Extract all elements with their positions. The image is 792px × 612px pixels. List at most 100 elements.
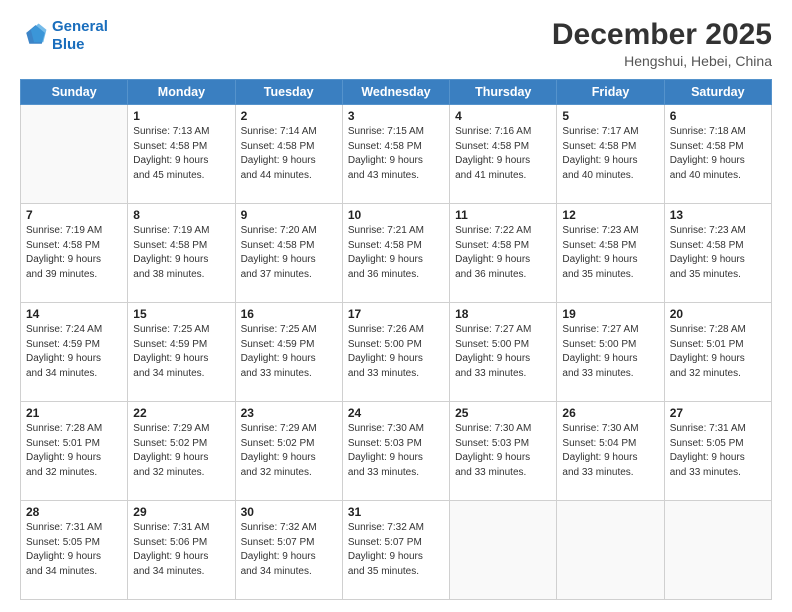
day-info: Sunrise: 7:28 AMSunset: 5:01 PMDaylight:… bbox=[26, 422, 122, 480]
day-of-week-row: SundayMondayTuesdayWednesdayThursdayFrid… bbox=[21, 80, 772, 105]
dow-header-saturday: Saturday bbox=[664, 80, 771, 105]
day-number: 26 bbox=[562, 406, 658, 420]
calendar-cell: 5 Sunrise: 7:17 AMSunset: 4:58 PMDaylight… bbox=[557, 105, 664, 204]
day-number: 28 bbox=[26, 505, 122, 519]
day-number: 30 bbox=[241, 505, 337, 519]
calendar-cell: 25 Sunrise: 7:30 AMSunset: 5:03 PMDayligh… bbox=[450, 402, 557, 501]
day-number: 29 bbox=[133, 505, 229, 519]
day-number: 6 bbox=[670, 109, 766, 123]
calendar-cell bbox=[21, 105, 128, 204]
day-number: 10 bbox=[348, 208, 444, 222]
day-info: Sunrise: 7:30 AMSunset: 5:04 PMDaylight:… bbox=[562, 422, 658, 480]
day-info: Sunrise: 7:29 AMSunset: 5:02 PMDaylight:… bbox=[241, 422, 337, 480]
logo-icon bbox=[20, 22, 48, 50]
calendar-cell: 29 Sunrise: 7:31 AMSunset: 5:06 PMDayligh… bbox=[128, 501, 235, 600]
day-info: Sunrise: 7:25 AMSunset: 4:59 PMDaylight:… bbox=[241, 323, 337, 381]
day-number: 17 bbox=[348, 307, 444, 321]
day-number: 5 bbox=[562, 109, 658, 123]
calendar-cell: 3 Sunrise: 7:15 AMSunset: 4:58 PMDaylight… bbox=[342, 105, 449, 204]
calendar-cell: 18Sunrise: 7:27 AMSunset: 5:00 PMDayligh… bbox=[450, 303, 557, 402]
day-number: 12 bbox=[562, 208, 658, 222]
day-info: Sunrise: 7:19 AMSunset: 4:58 PMDaylight:… bbox=[133, 224, 229, 282]
calendar-cell: 19 Sunrise: 7:27 AMSunset: 5:00 PMDayligh… bbox=[557, 303, 664, 402]
calendar-cell bbox=[664, 501, 771, 600]
calendar-cell bbox=[450, 501, 557, 600]
calendar-cell: 16 Sunrise: 7:25 AMSunset: 4:59 PMDayligh… bbox=[235, 303, 342, 402]
day-number: 31 bbox=[348, 505, 444, 519]
calendar-cell: 20Sunrise: 7:28 AMSunset: 5:01 PMDayligh… bbox=[664, 303, 771, 402]
day-info: Sunrise: 7:31 AMSunset: 5:06 PMDaylight:… bbox=[133, 521, 229, 579]
day-number: 8 bbox=[133, 208, 229, 222]
day-number: 20 bbox=[670, 307, 766, 321]
day-info: Sunrise: 7:30 AMSunset: 5:03 PMDaylight:… bbox=[348, 422, 444, 480]
calendar-cell: 22Sunrise: 7:29 AMSunset: 5:02 PMDayligh… bbox=[128, 402, 235, 501]
calendar-cell: 10 Sunrise: 7:21 AMSunset: 4:58 PMDayligh… bbox=[342, 204, 449, 303]
calendar-cell: 6Sunrise: 7:18 AMSunset: 4:58 PMDaylight… bbox=[664, 105, 771, 204]
day-number: 21 bbox=[26, 406, 122, 420]
calendar-cell: 12 Sunrise: 7:23 AMSunset: 4:58 PMDayligh… bbox=[557, 204, 664, 303]
dow-header-wednesday: Wednesday bbox=[342, 80, 449, 105]
dow-header-monday: Monday bbox=[128, 80, 235, 105]
day-info: Sunrise: 7:23 AMSunset: 4:58 PMDaylight:… bbox=[670, 224, 766, 282]
day-info: Sunrise: 7:27 AMSunset: 5:00 PMDaylight:… bbox=[455, 323, 551, 381]
title-block: December 2025 Hengshui, Hebei, China bbox=[552, 18, 772, 69]
day-info: Sunrise: 7:31 AMSunset: 5:05 PMDaylight:… bbox=[670, 422, 766, 480]
week-row-2: 7Sunrise: 7:19 AMSunset: 4:58 PMDaylight… bbox=[21, 204, 772, 303]
day-info: Sunrise: 7:21 AMSunset: 4:58 PMDaylight:… bbox=[348, 224, 444, 282]
calendar-cell: 26 Sunrise: 7:30 AMSunset: 5:04 PMDayligh… bbox=[557, 402, 664, 501]
dow-header-thursday: Thursday bbox=[450, 80, 557, 105]
calendar-cell: 17 Sunrise: 7:26 AMSunset: 5:00 PMDayligh… bbox=[342, 303, 449, 402]
day-info: Sunrise: 7:17 AMSunset: 4:58 PMDaylight:… bbox=[562, 125, 658, 183]
day-number: 16 bbox=[241, 307, 337, 321]
calendar-cell: 2 Sunrise: 7:14 AMSunset: 4:58 PMDaylight… bbox=[235, 105, 342, 204]
day-info: Sunrise: 7:16 AMSunset: 4:58 PMDaylight:… bbox=[455, 125, 551, 183]
main-title: December 2025 bbox=[552, 18, 772, 51]
day-info: Sunrise: 7:13 AMSunset: 4:58 PMDaylight:… bbox=[133, 125, 229, 183]
day-number: 2 bbox=[241, 109, 337, 123]
day-number: 11 bbox=[455, 208, 551, 222]
calendar-cell: 15Sunrise: 7:25 AMSunset: 4:59 PMDayligh… bbox=[128, 303, 235, 402]
dow-header-tuesday: Tuesday bbox=[235, 80, 342, 105]
logo-line2: Blue bbox=[52, 36, 85, 53]
calendar-cell: 30 Sunrise: 7:32 AMSunset: 5:07 PMDayligh… bbox=[235, 501, 342, 600]
day-number: 25 bbox=[455, 406, 551, 420]
day-info: Sunrise: 7:23 AMSunset: 4:58 PMDaylight:… bbox=[562, 224, 658, 282]
dow-header-sunday: Sunday bbox=[21, 80, 128, 105]
day-number: 3 bbox=[348, 109, 444, 123]
day-number: 15 bbox=[133, 307, 229, 321]
day-info: Sunrise: 7:30 AMSunset: 5:03 PMDaylight:… bbox=[455, 422, 551, 480]
week-row-1: 1 Sunrise: 7:13 AMSunset: 4:58 PMDaylight… bbox=[21, 105, 772, 204]
calendar-cell: 1 Sunrise: 7:13 AMSunset: 4:58 PMDaylight… bbox=[128, 105, 235, 204]
calendar-cell: 28Sunrise: 7:31 AMSunset: 5:05 PMDayligh… bbox=[21, 501, 128, 600]
calendar-cell: 7Sunrise: 7:19 AMSunset: 4:58 PMDaylight… bbox=[21, 204, 128, 303]
calendar-cell: 11Sunrise: 7:22 AMSunset: 4:58 PMDayligh… bbox=[450, 204, 557, 303]
calendar-cell: 21 Sunrise: 7:28 AMSunset: 5:01 PMDayligh… bbox=[21, 402, 128, 501]
day-number: 19 bbox=[562, 307, 658, 321]
day-info: Sunrise: 7:32 AMSunset: 5:07 PMDaylight:… bbox=[348, 521, 444, 579]
day-number: 1 bbox=[133, 109, 229, 123]
dow-header-friday: Friday bbox=[557, 80, 664, 105]
day-info: Sunrise: 7:26 AMSunset: 5:00 PMDaylight:… bbox=[348, 323, 444, 381]
day-info: Sunrise: 7:19 AMSunset: 4:58 PMDaylight:… bbox=[26, 224, 122, 282]
calendar-cell: 13Sunrise: 7:23 AMSunset: 4:58 PMDayligh… bbox=[664, 204, 771, 303]
day-info: Sunrise: 7:14 AMSunset: 4:58 PMDaylight:… bbox=[241, 125, 337, 183]
day-info: Sunrise: 7:15 AMSunset: 4:58 PMDaylight:… bbox=[348, 125, 444, 183]
logo-text: General Blue bbox=[52, 18, 108, 54]
calendar-cell: 4Sunrise: 7:16 AMSunset: 4:58 PMDaylight… bbox=[450, 105, 557, 204]
logo: General Blue bbox=[20, 18, 108, 54]
calendar-cell: 24 Sunrise: 7:30 AMSunset: 5:03 PMDayligh… bbox=[342, 402, 449, 501]
day-number: 24 bbox=[348, 406, 444, 420]
calendar-cell bbox=[557, 501, 664, 600]
day-number: 22 bbox=[133, 406, 229, 420]
calendar-cell: 14Sunrise: 7:24 AMSunset: 4:59 PMDayligh… bbox=[21, 303, 128, 402]
week-row-4: 21 Sunrise: 7:28 AMSunset: 5:01 PMDayligh… bbox=[21, 402, 772, 501]
page: General Blue December 2025 Hengshui, Heb… bbox=[0, 0, 792, 612]
calendar-cell: 8 Sunrise: 7:19 AMSunset: 4:58 PMDaylight… bbox=[128, 204, 235, 303]
day-info: Sunrise: 7:20 AMSunset: 4:58 PMDaylight:… bbox=[241, 224, 337, 282]
calendar-cell: 9 Sunrise: 7:20 AMSunset: 4:58 PMDaylight… bbox=[235, 204, 342, 303]
day-info: Sunrise: 7:24 AMSunset: 4:59 PMDaylight:… bbox=[26, 323, 122, 381]
day-info: Sunrise: 7:27 AMSunset: 5:00 PMDaylight:… bbox=[562, 323, 658, 381]
header: General Blue December 2025 Hengshui, Heb… bbox=[20, 18, 772, 69]
day-info: Sunrise: 7:32 AMSunset: 5:07 PMDaylight:… bbox=[241, 521, 337, 579]
day-number: 9 bbox=[241, 208, 337, 222]
